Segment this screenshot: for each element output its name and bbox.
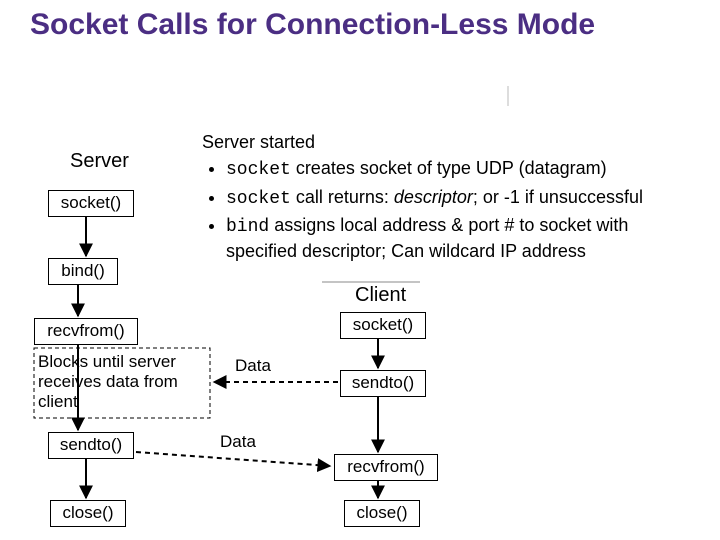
client-column-label: Client [355, 284, 406, 307]
info-text-2b: call returns: [291, 187, 394, 207]
page-title: Socket Calls for Connection-Less Mode [30, 8, 650, 43]
data-label-1: Data [235, 356, 271, 376]
client-sendto-box: sendto() [340, 370, 426, 397]
info-text-descriptor: descriptor [394, 187, 473, 207]
server-column-label: Server [70, 150, 129, 173]
info-list: socket creates socket of type UDP (datag… [202, 156, 702, 263]
info-item-bind: bind assigns local address & port # to s… [226, 213, 702, 264]
client-socket-box: socket() [340, 312, 426, 339]
server-recvfrom-box: recvfrom() [34, 318, 138, 345]
blocks-note: Blocks until server receives data from c… [38, 352, 208, 412]
info-header: Server started [202, 130, 702, 154]
server-bind-box: bind() [48, 258, 118, 285]
server-socket-box: socket() [48, 190, 134, 217]
server-sendto-box: sendto() [48, 432, 134, 459]
data-label-2: Data [220, 432, 256, 452]
mono-socket-2: socket [226, 189, 291, 209]
client-recvfrom-box: recvfrom() [334, 454, 438, 481]
info-text-2d: ; or -1 if unsuccessful [473, 187, 643, 207]
info-item-socket-return: socket call returns: descriptor; or -1 i… [226, 185, 702, 211]
mono-bind: bind [226, 217, 269, 237]
mono-socket-1: socket [226, 160, 291, 180]
info-text-1b: creates socket of type UDP (datagram) [291, 158, 607, 178]
client-close-box: close() [344, 500, 420, 527]
server-close-box: close() [50, 500, 126, 527]
info-text-3b: assigns local address & port # to socket… [226, 215, 628, 261]
info-item-socket-create: socket creates socket of type UDP (datag… [226, 156, 702, 182]
info-block: Server started socket creates socket of … [202, 130, 702, 265]
